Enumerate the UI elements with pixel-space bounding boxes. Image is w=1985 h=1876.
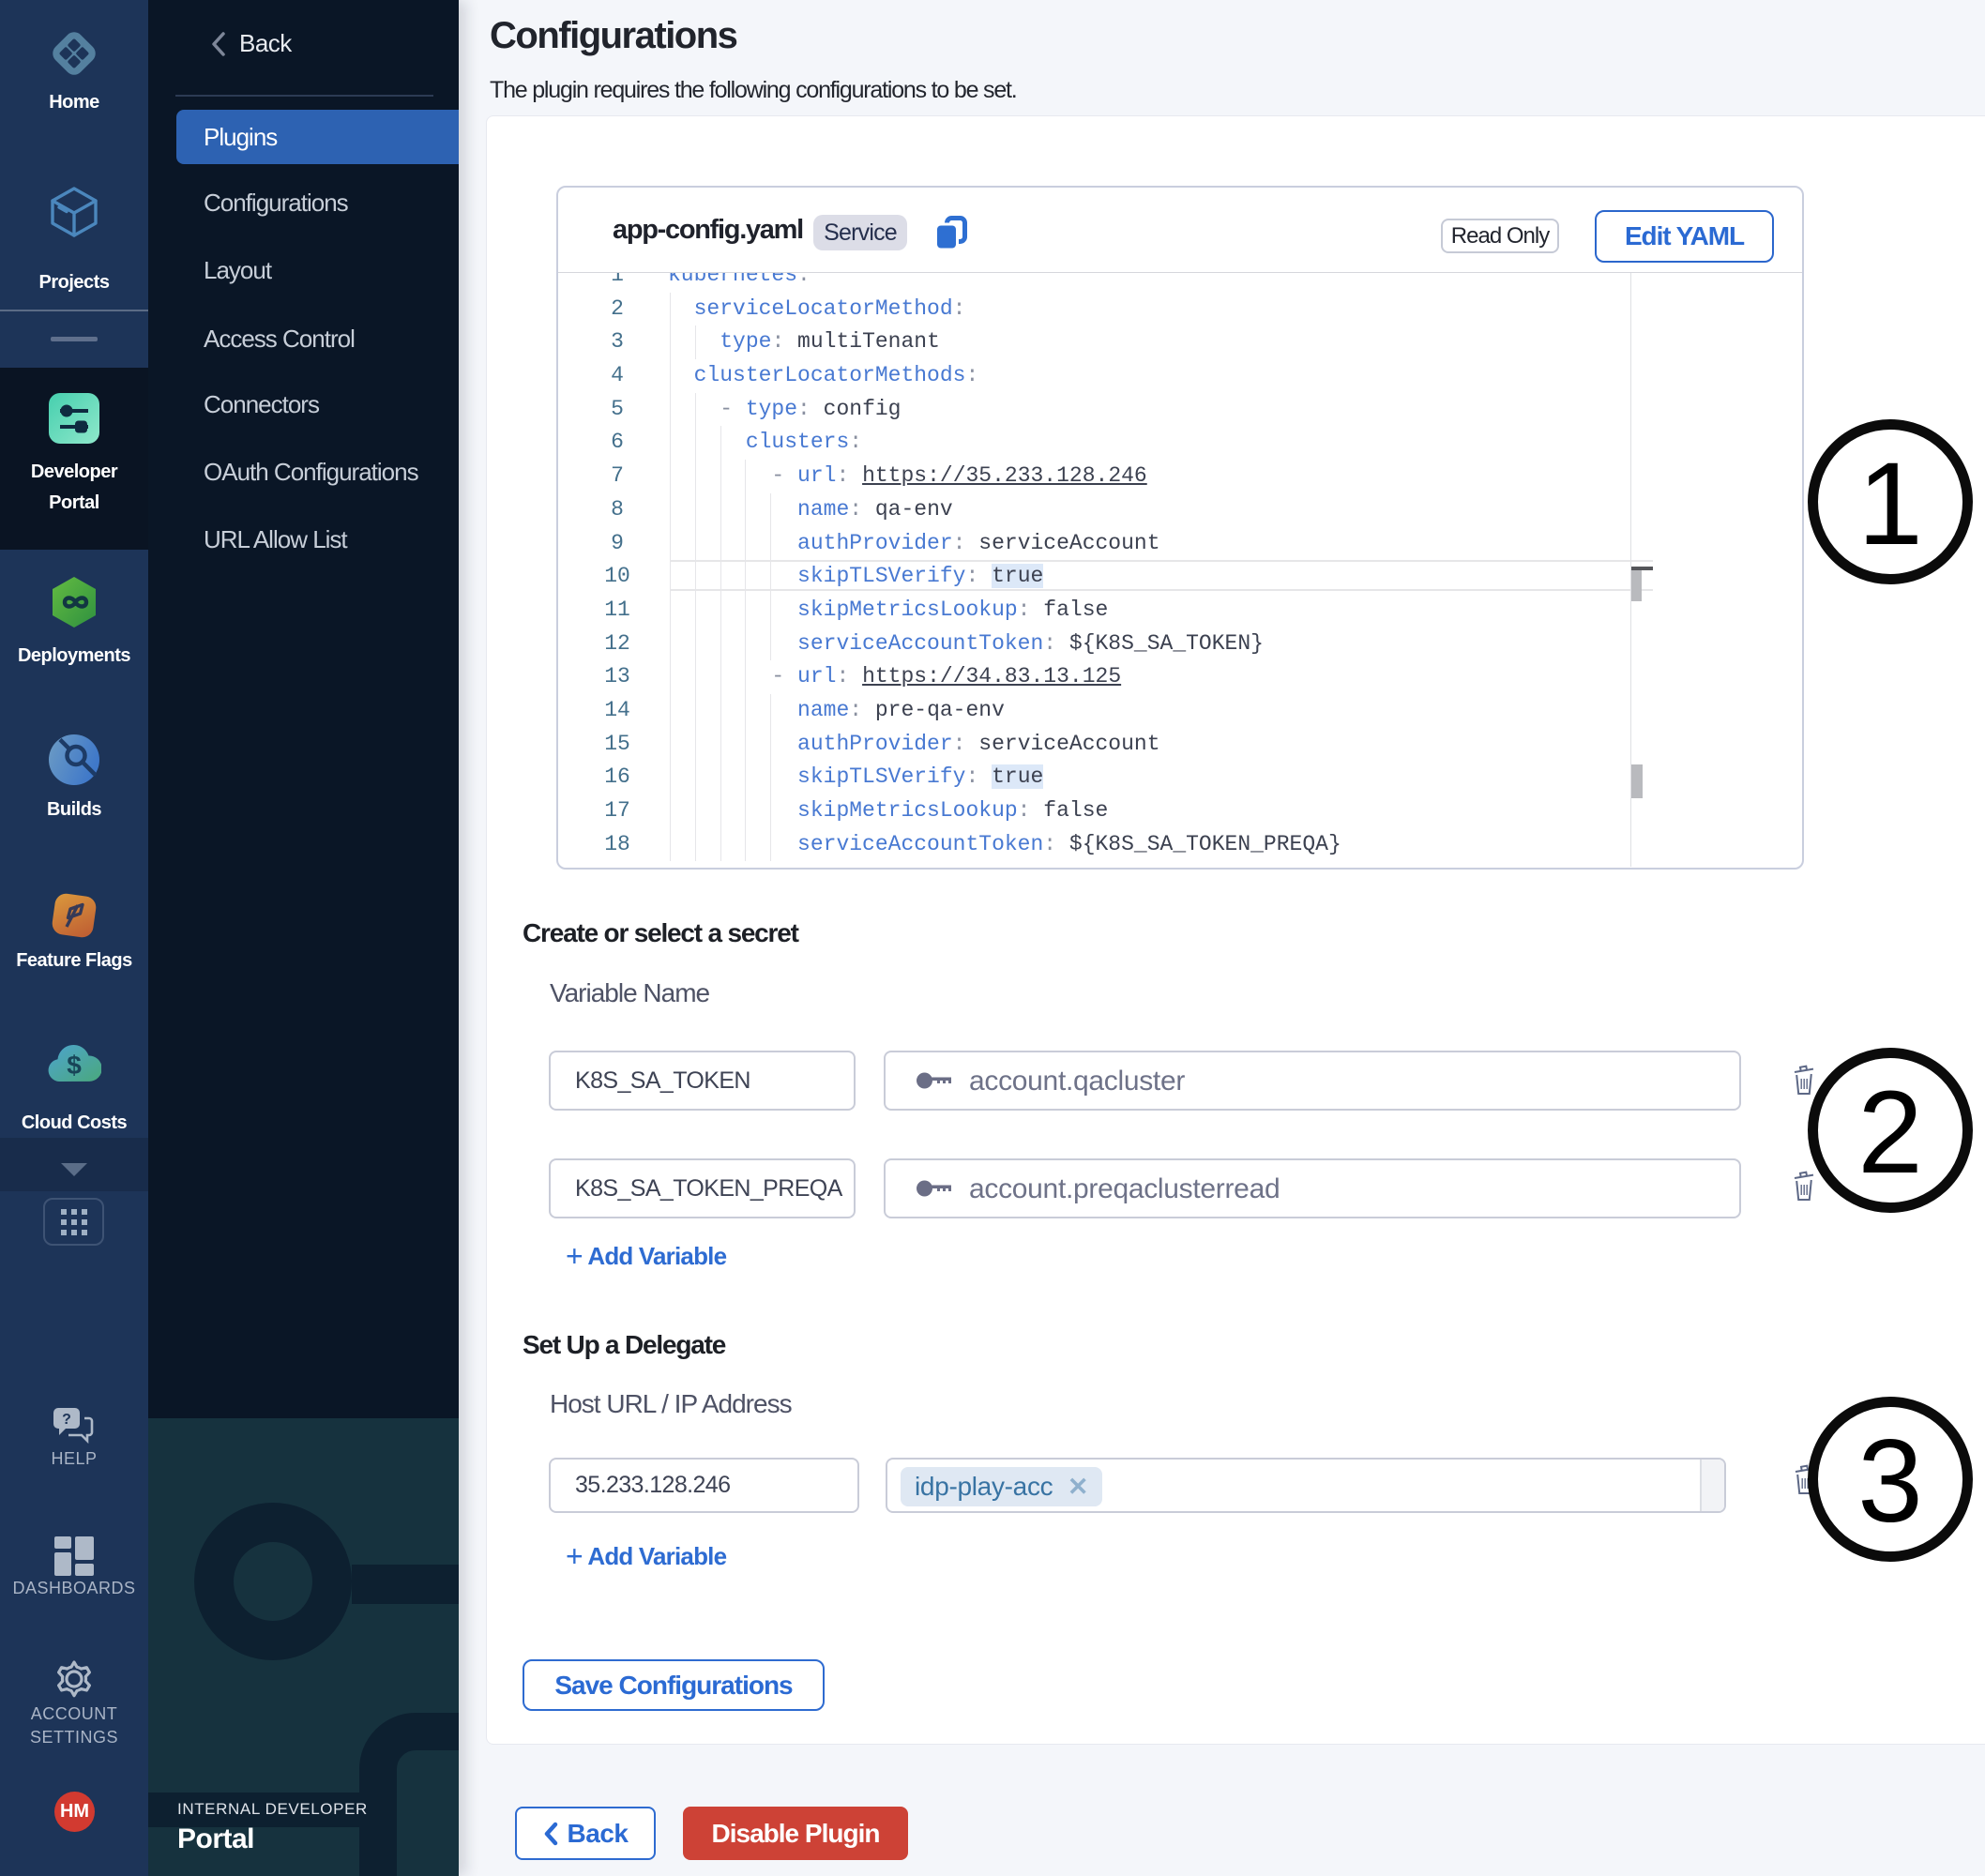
svg-text:$: $: [67, 1051, 82, 1080]
svg-text:?: ?: [62, 1412, 71, 1428]
